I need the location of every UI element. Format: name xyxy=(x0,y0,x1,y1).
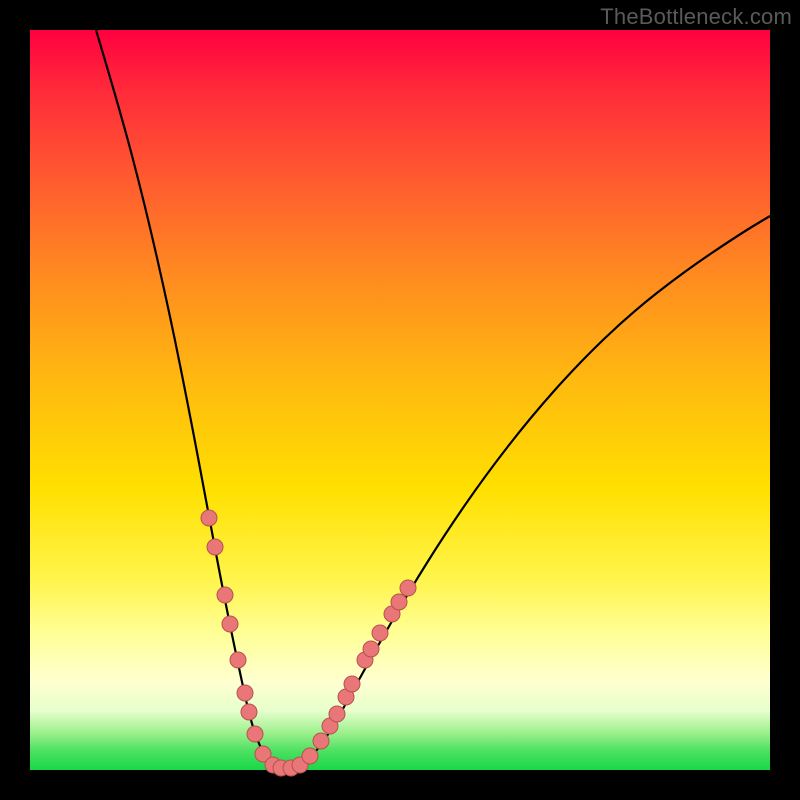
data-marker xyxy=(230,652,246,668)
data-marker xyxy=(207,539,223,555)
data-marker xyxy=(344,676,360,692)
chart-stage: TheBottleneck.com xyxy=(0,0,800,800)
data-marker xyxy=(217,587,233,603)
data-marker xyxy=(391,594,407,610)
data-marker xyxy=(372,625,388,641)
data-marker xyxy=(237,685,253,701)
curve-svg xyxy=(30,30,770,770)
plot-area xyxy=(30,30,770,770)
data-marker xyxy=(201,510,217,526)
data-marker xyxy=(329,706,345,722)
main-curve xyxy=(96,30,770,769)
data-marker xyxy=(302,748,318,764)
data-marker xyxy=(241,704,257,720)
data-marker xyxy=(363,641,379,657)
data-marker xyxy=(247,726,263,742)
data-marker xyxy=(313,733,329,749)
data-marker xyxy=(400,580,416,596)
data-marker xyxy=(222,616,238,632)
watermark-text: TheBottleneck.com xyxy=(600,4,792,30)
